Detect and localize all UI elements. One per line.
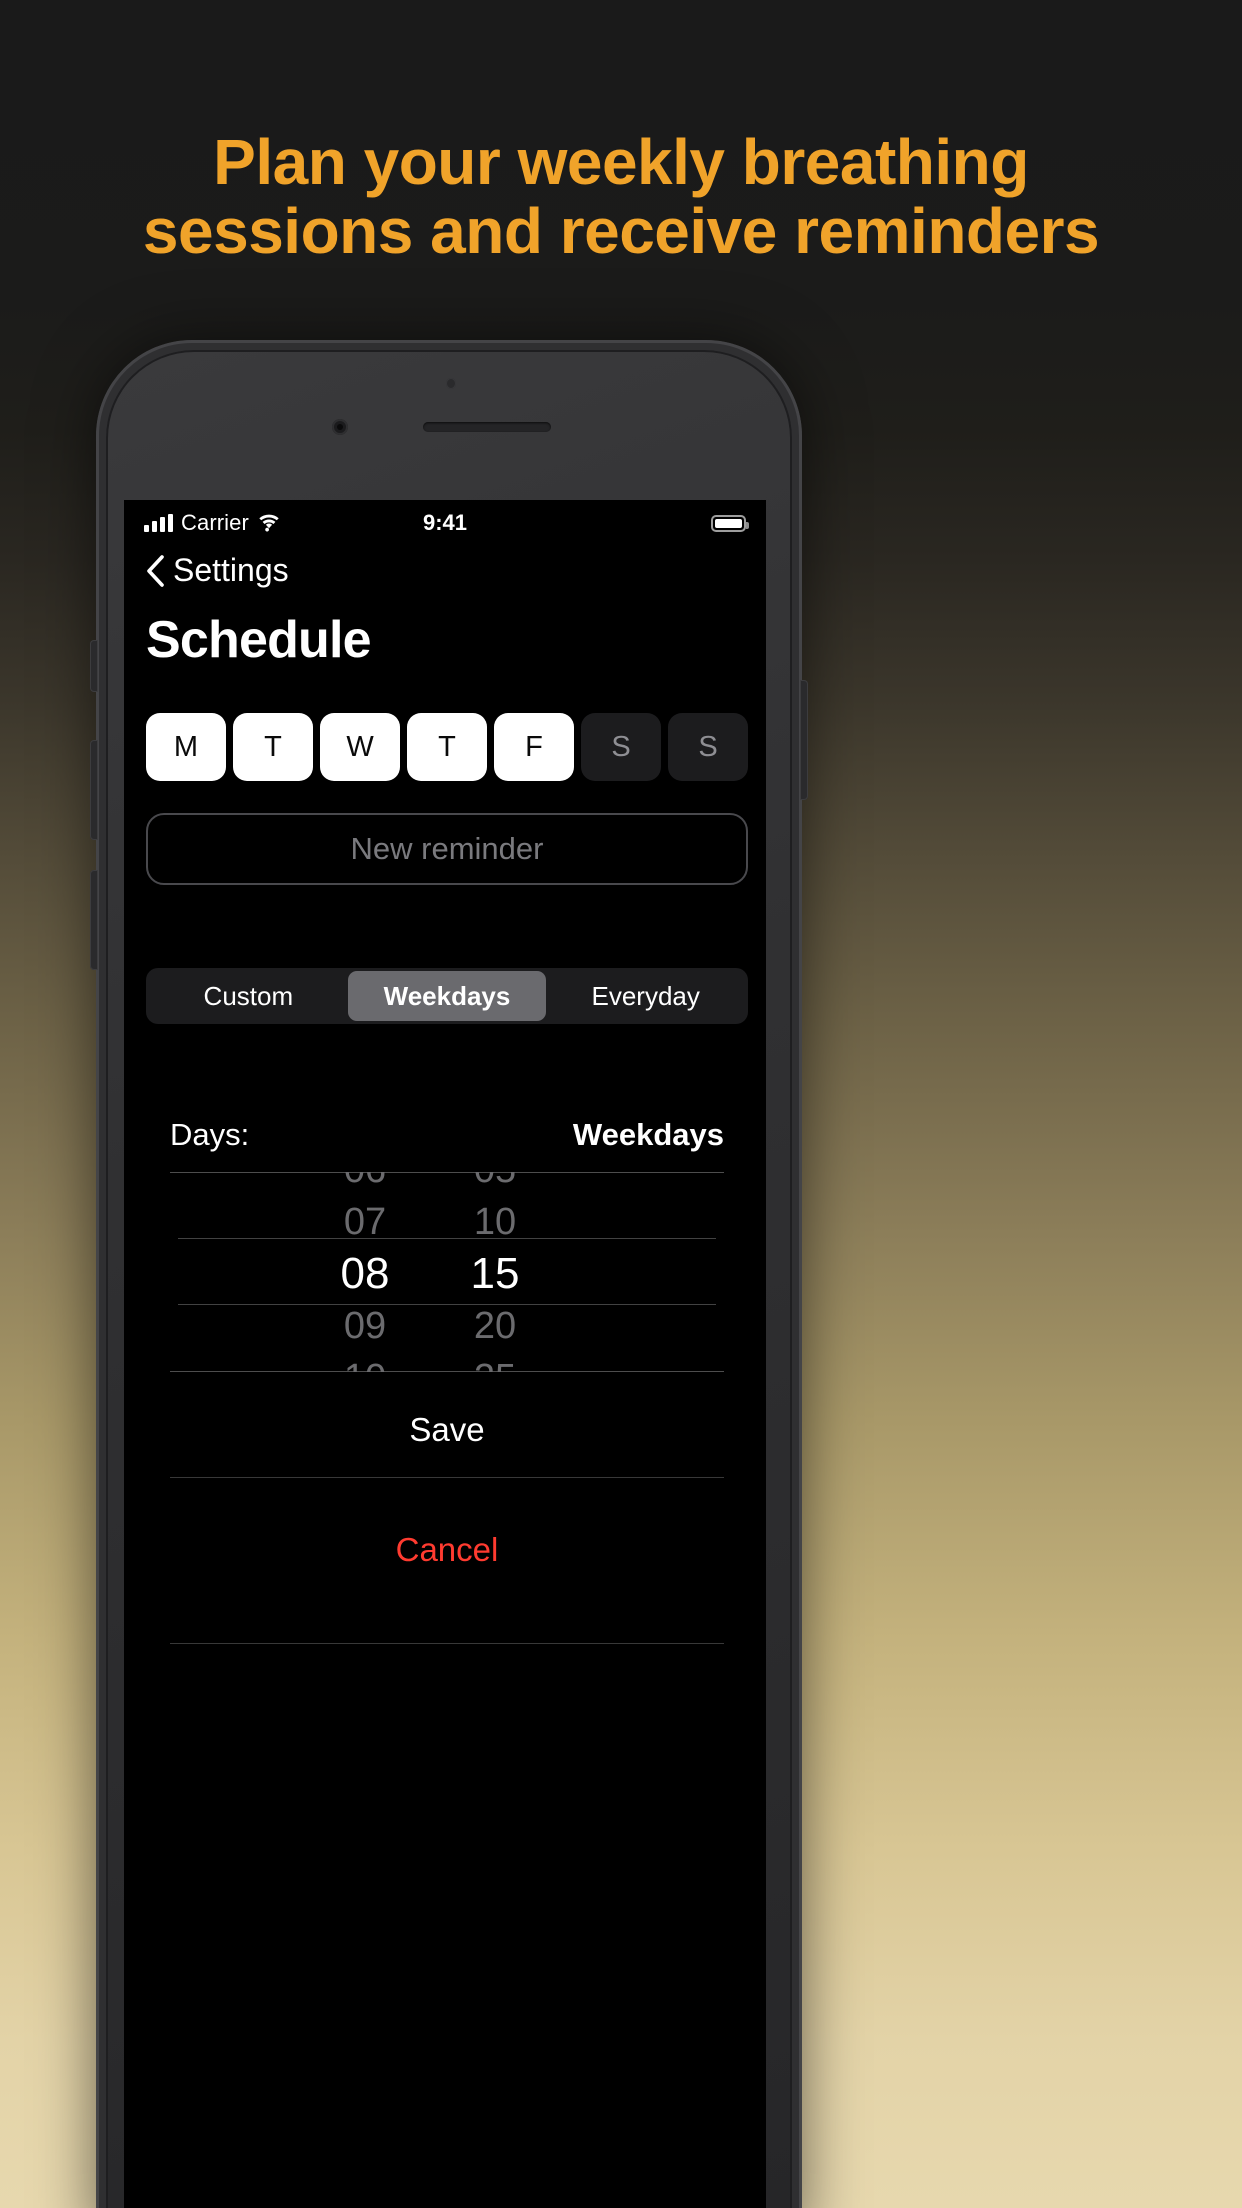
weekday-selector: M T W T F S S	[146, 713, 748, 781]
divider-below-save	[170, 1477, 724, 1478]
phone-volume-down-button	[90, 870, 98, 970]
hour-option[interactable]: 10	[290, 1352, 440, 1373]
days-summary-row: Days: Weekdays	[170, 1117, 724, 1153]
day-chip-friday[interactable]: F	[494, 713, 574, 781]
day-chip-wednesday[interactable]: W	[320, 713, 400, 781]
phone-silent-switch	[90, 640, 98, 692]
cancel-button[interactable]: Cancel	[170, 1500, 724, 1600]
minute-picker-column[interactable]: 05 10 15 20 25	[420, 1172, 570, 1372]
minute-option-selected[interactable]: 15	[420, 1248, 570, 1300]
status-bar-right	[711, 514, 749, 532]
phone-power-button	[800, 680, 808, 800]
day-chip-monday[interactable]: M	[146, 713, 226, 781]
battery-cap	[746, 521, 749, 529]
proximity-sensor-icon	[446, 378, 456, 389]
day-chip-thursday[interactable]: T	[407, 713, 487, 781]
day-chip-sunday[interactable]: S	[668, 713, 748, 781]
hour-option[interactable]: 09	[290, 1300, 440, 1352]
minute-option[interactable]: 10	[420, 1196, 570, 1248]
chevron-left-icon	[144, 554, 166, 588]
phone-mockup: Carrier 9:41 Settings Schedule M T W T F…	[90, 340, 808, 2208]
time-picker[interactable]: 06 07 08 09 10 05 10 15 20 25	[170, 1172, 724, 1372]
front-camera-icon	[332, 419, 348, 435]
page-title: Schedule	[146, 611, 372, 669]
battery-fill	[715, 518, 742, 528]
segment-custom[interactable]: Custom	[149, 971, 348, 1021]
earpiece-speaker	[423, 422, 551, 432]
segment-everyday[interactable]: Everyday	[546, 971, 745, 1021]
segment-weekdays[interactable]: Weekdays	[347, 971, 547, 1021]
new-reminder-placeholder: New reminder	[350, 831, 544, 866]
schedule-mode-segmented-control: Custom Weekdays Everyday	[146, 968, 748, 1024]
day-chip-saturday[interactable]: S	[581, 713, 661, 781]
save-button[interactable]: Save	[170, 1380, 724, 1480]
hour-option-selected[interactable]: 08	[290, 1248, 440, 1300]
minute-option[interactable]: 25	[420, 1352, 570, 1373]
back-button-label: Settings	[173, 552, 289, 588]
minute-option[interactable]: 20	[420, 1300, 570, 1352]
new-reminder-input[interactable]: New reminder	[146, 813, 748, 885]
marketing-headline: Plan your weekly breathing sessions and …	[142, 126, 1100, 268]
day-chip-tuesday[interactable]: T	[233, 713, 313, 781]
status-bar: Carrier 9:41	[124, 500, 766, 546]
status-bar-time: 9:41	[422, 510, 468, 535]
phone-screen: Carrier 9:41 Settings Schedule M T W T F…	[124, 500, 766, 2208]
divider-below-cancel	[170, 1643, 724, 1644]
minute-option[interactable]: 05	[420, 1172, 570, 1196]
days-summary-value: Weekdays	[572, 1117, 724, 1152]
hour-picker-column[interactable]: 06 07 08 09 10	[290, 1172, 440, 1372]
days-summary-label: Days:	[170, 1117, 250, 1152]
battery-full-icon	[711, 514, 749, 532]
phone-volume-up-button	[90, 740, 98, 840]
back-button[interactable]: Settings	[144, 552, 289, 589]
hour-option[interactable]: 07	[290, 1196, 440, 1248]
hour-option[interactable]: 06	[290, 1172, 440, 1196]
